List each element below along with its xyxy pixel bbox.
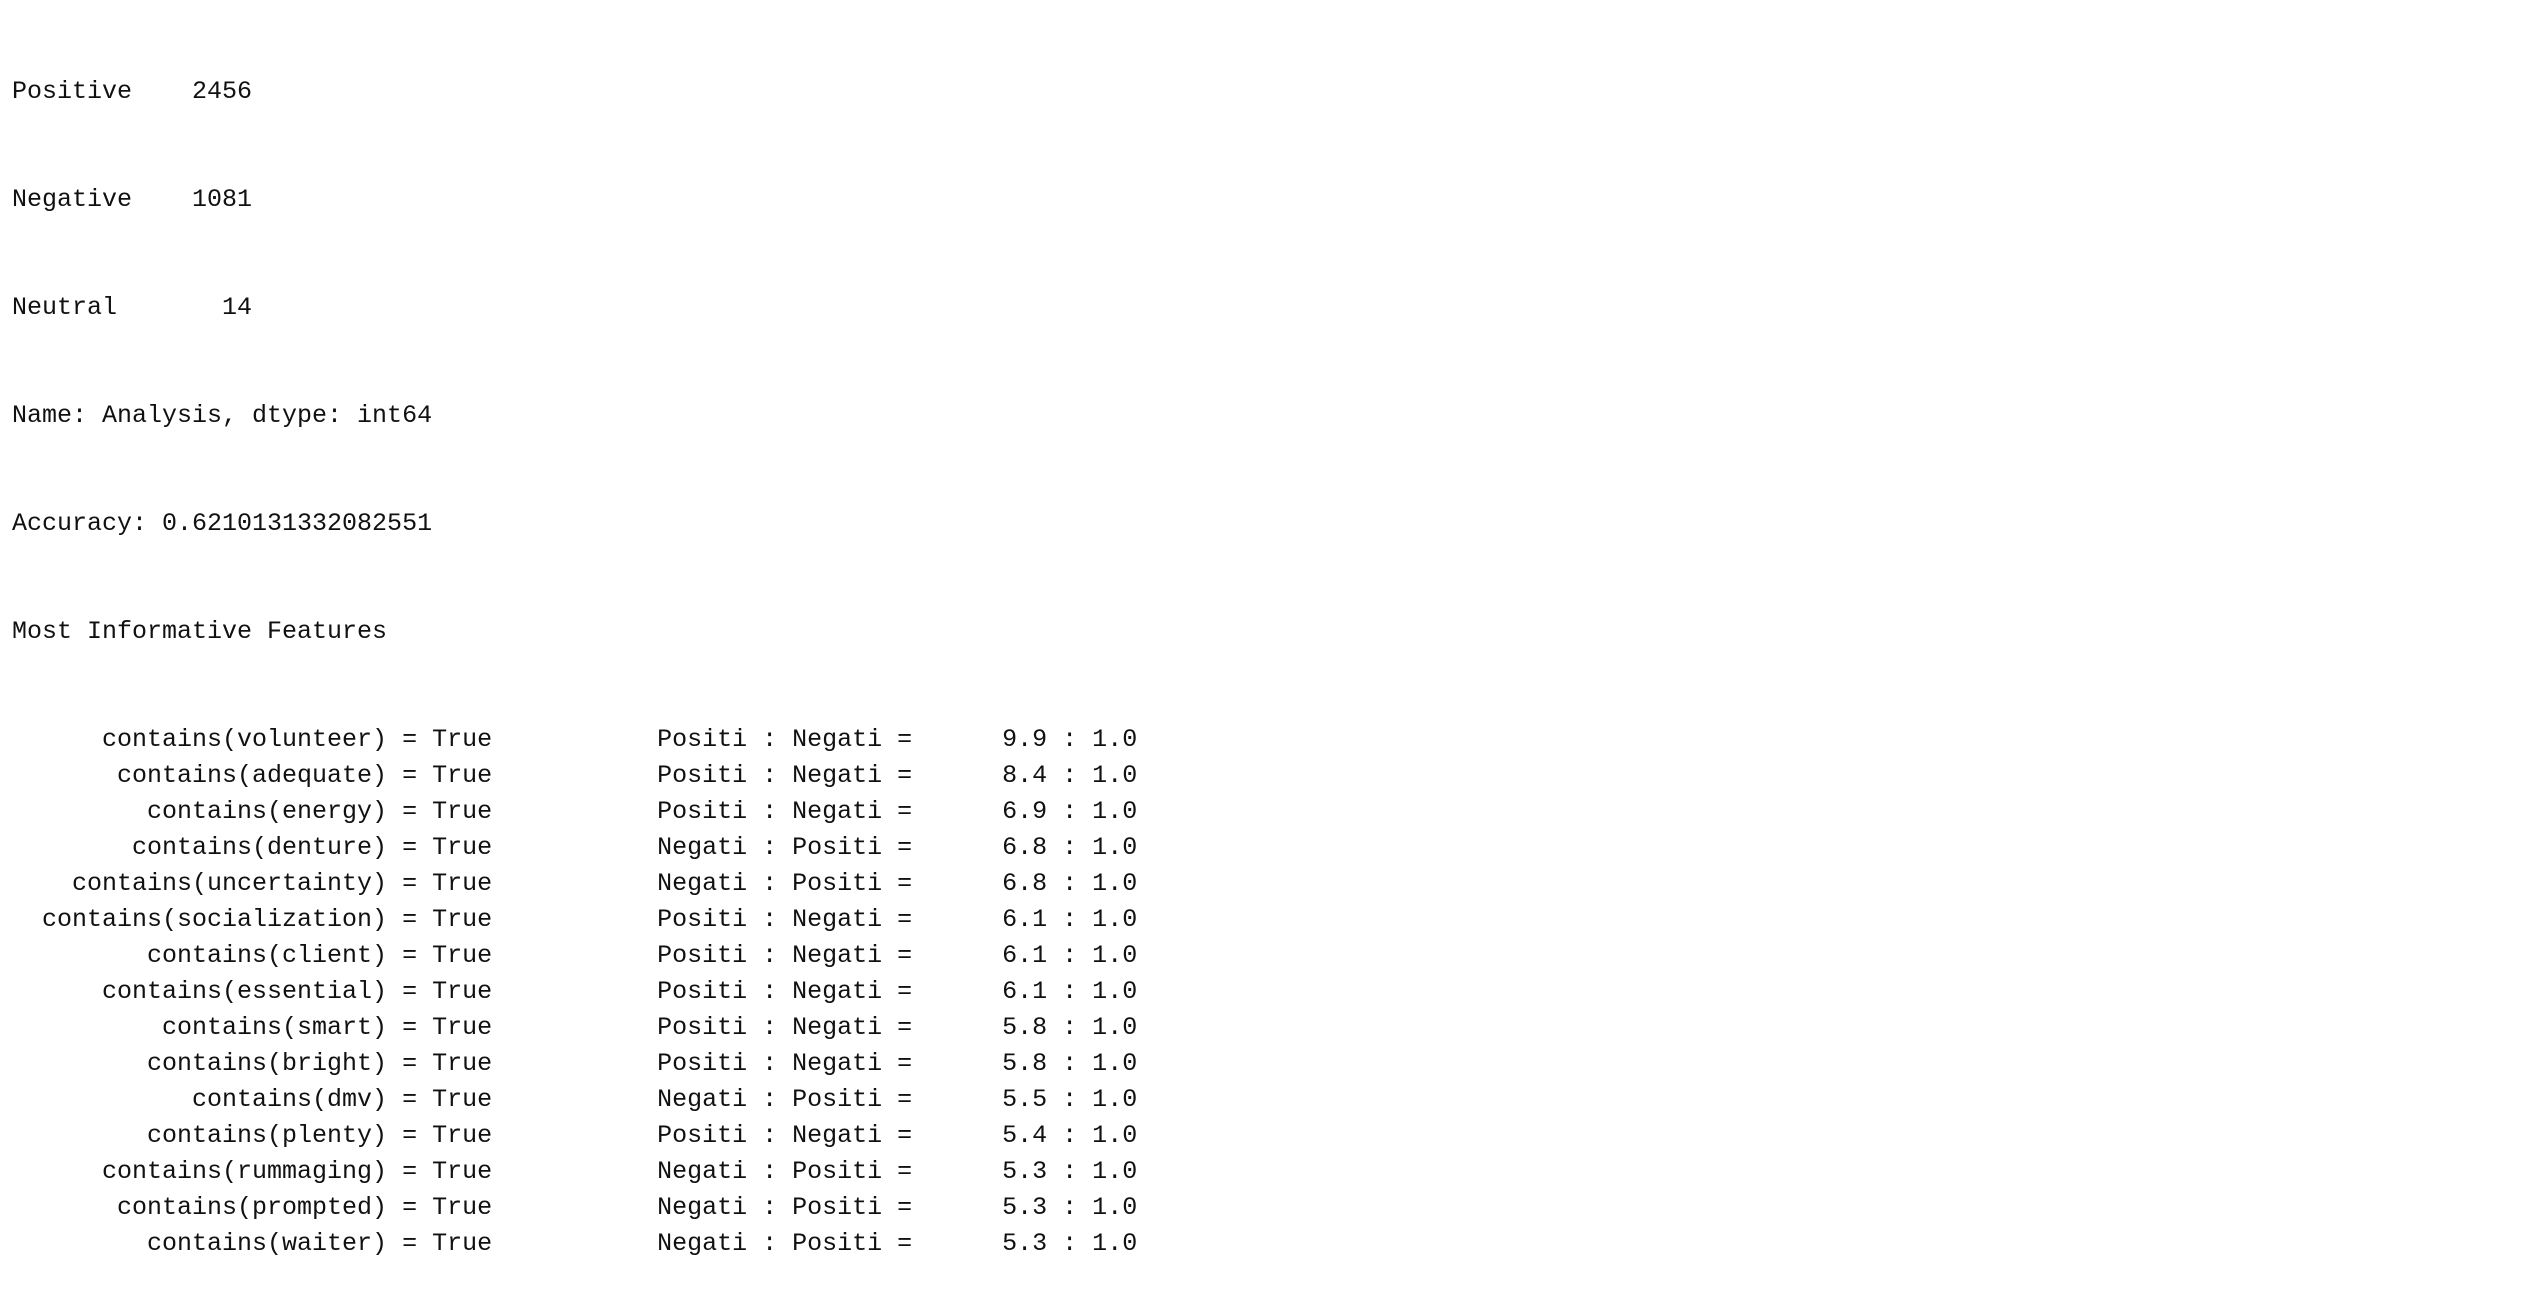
feature-list: contains(volunteer) = True Positi : Nega…	[12, 722, 1137, 1262]
feature-ratio: 5.4 : 1.0	[912, 1121, 1138, 1150]
feature-labels: Positi : Negati =	[492, 725, 913, 754]
feature-labels: Positi : Negati =	[492, 977, 913, 1006]
feature-row: contains(bright) = True Positi : Negati …	[12, 1046, 1137, 1082]
accuracy-line: Accuracy: 0.6210131332082551	[12, 509, 433, 538]
value-count-line: Negative 1081	[12, 182, 1137, 218]
feature-labels: Positi : Negati =	[492, 1121, 913, 1150]
feature-labels: Negati : Positi =	[492, 1193, 913, 1222]
feature-name: contains(waiter) = True	[12, 1229, 493, 1258]
features-header: Most Informative Features	[12, 617, 388, 646]
feature-row: contains(essential) = True Positi : Nega…	[12, 974, 1137, 1010]
feature-name: contains(uncertainty) = True	[12, 869, 493, 898]
feature-labels: Positi : Negati =	[492, 797, 913, 826]
feature-row: contains(waiter) = True Negati : Positi …	[12, 1226, 1137, 1262]
value-count-label: Negative	[12, 185, 133, 214]
feature-row: contains(denture) = True Negati : Positi…	[12, 830, 1137, 866]
feature-name: contains(prompted) = True	[12, 1193, 493, 1222]
value-count-line: Positive 2456	[12, 74, 1137, 110]
feature-name: contains(plenty) = True	[12, 1121, 493, 1150]
feature-name: contains(energy) = True	[12, 797, 493, 826]
feature-name: contains(volunteer) = True	[12, 725, 493, 754]
feature-ratio: 6.1 : 1.0	[912, 905, 1138, 934]
feature-row: contains(dmv) = True Negati : Positi = 5…	[12, 1082, 1137, 1118]
feature-labels: Negati : Positi =	[492, 869, 913, 898]
feature-name: contains(smart) = True	[12, 1013, 493, 1042]
value-count-label: Neutral	[12, 293, 133, 322]
feature-ratio: 6.9 : 1.0	[912, 797, 1138, 826]
feature-name: contains(dmv) = True	[12, 1085, 493, 1114]
feature-ratio: 6.8 : 1.0	[912, 833, 1138, 862]
feature-ratio: 6.1 : 1.0	[912, 977, 1138, 1006]
feature-name: contains(client) = True	[12, 941, 493, 970]
feature-row: contains(smart) = True Positi : Negati =…	[12, 1010, 1137, 1046]
feature-labels: Negati : Positi =	[492, 833, 913, 862]
value-count-value: 1081	[132, 185, 253, 214]
feature-name: contains(socialization) = True	[12, 905, 493, 934]
feature-labels: Positi : Negati =	[492, 1013, 913, 1042]
feature-name: contains(rummaging) = True	[12, 1157, 493, 1186]
feature-ratio: 6.8 : 1.0	[912, 869, 1138, 898]
feature-labels: Negati : Positi =	[492, 1229, 913, 1258]
value-count-label: Positive	[12, 77, 133, 106]
feature-ratio: 5.3 : 1.0	[912, 1157, 1138, 1186]
feature-row: contains(rummaging) = True Negati : Posi…	[12, 1154, 1137, 1190]
feature-labels: Positi : Negati =	[492, 905, 913, 934]
feature-ratio: 6.1 : 1.0	[912, 941, 1138, 970]
feature-row: contains(client) = True Positi : Negati …	[12, 938, 1137, 974]
feature-row: contains(energy) = True Positi : Negati …	[12, 794, 1137, 830]
feature-row: contains(uncertainty) = True Negati : Po…	[12, 866, 1137, 902]
feature-ratio: 8.4 : 1.0	[912, 761, 1138, 790]
feature-name: contains(bright) = True	[12, 1049, 493, 1078]
feature-name: contains(denture) = True	[12, 833, 493, 862]
feature-labels: Negati : Positi =	[492, 1085, 913, 1114]
feature-row: contains(plenty) = True Positi : Negati …	[12, 1118, 1137, 1154]
feature-labels: Negati : Positi =	[492, 1157, 913, 1186]
feature-ratio: 5.8 : 1.0	[912, 1049, 1138, 1078]
feature-name: contains(essential) = True	[12, 977, 493, 1006]
feature-labels: Positi : Negati =	[492, 761, 913, 790]
feature-labels: Positi : Negati =	[492, 1049, 913, 1078]
console-output: Positive 2456 Negative 1081 Neutral 14 N…	[12, 2, 1137, 1298]
feature-row: contains(volunteer) = True Positi : Nega…	[12, 722, 1137, 758]
feature-row: contains(socialization) = True Positi : …	[12, 902, 1137, 938]
value-count-value: 2456	[132, 77, 253, 106]
feature-row: contains(adequate) = True Positi : Negat…	[12, 758, 1137, 794]
feature-row: contains(prompted) = True Negati : Posit…	[12, 1190, 1137, 1226]
feature-ratio: 5.3 : 1.0	[912, 1193, 1138, 1222]
feature-labels: Positi : Negati =	[492, 941, 913, 970]
feature-name: contains(adequate) = True	[12, 761, 493, 790]
value-count-value: 14	[132, 293, 253, 322]
feature-ratio: 5.3 : 1.0	[912, 1229, 1138, 1258]
value-count-line: Neutral 14	[12, 290, 1137, 326]
feature-ratio: 9.9 : 1.0	[912, 725, 1138, 754]
series-info-line: Name: Analysis, dtype: int64	[12, 401, 433, 430]
feature-ratio: 5.5 : 1.0	[912, 1085, 1138, 1114]
feature-ratio: 5.8 : 1.0	[912, 1013, 1138, 1042]
